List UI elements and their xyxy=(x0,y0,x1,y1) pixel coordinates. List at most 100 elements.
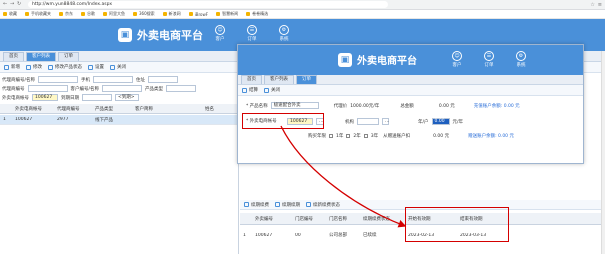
add-icon xyxy=(4,64,9,70)
bookmark-icon xyxy=(188,12,193,16)
years-price-input[interactable]: 0.00 xyxy=(431,118,450,125)
bookmark-item[interactable]: 京东 xyxy=(59,11,73,17)
renew-button[interactable]: 续期续费 xyxy=(244,202,269,208)
bookmark-item[interactable]: iBrowF xyxy=(188,12,208,17)
close-button[interactable]: 关闭 xyxy=(110,64,126,70)
app-logo: ▣ 外卖电商平台 xyxy=(118,27,203,43)
popup-close-button[interactable]: 关闭 xyxy=(264,87,280,93)
menu-system[interactable]: ⚙ 系统 xyxy=(279,25,289,42)
edit-button[interactable]: 修改 xyxy=(26,64,42,70)
tab-home[interactable]: 首页 xyxy=(241,75,262,84)
bookmark-icon xyxy=(216,12,221,16)
browser-toolbar: ← → ↻ http://wm.yun8848.com/Index.aspx ☆… xyxy=(0,0,605,10)
expiry-select[interactable]: <到期> xyxy=(115,94,139,101)
agent-name-input[interactable] xyxy=(38,76,79,83)
balance-link[interactable]: 充值账户余额: 0.00 元 xyxy=(474,103,520,109)
settings-icon xyxy=(88,64,93,70)
filter-label: 代理商编号/名称 xyxy=(2,77,36,83)
popup-title: 外卖电商平台 xyxy=(357,56,417,67)
menu-label: 订单 xyxy=(247,37,257,42)
col-header[interactable]: 代理商编号 xyxy=(54,106,92,112)
product-row: * 产品名称 极速配合外卖 代理价 1000.00元/年 总金额 0.00 元 … xyxy=(246,101,520,110)
bookmark-item[interactable]: 360搜索 xyxy=(133,11,155,17)
popup-menu-customer[interactable]: ☺ 客户 xyxy=(452,51,462,68)
field-label: * 产品名称 xyxy=(246,103,268,109)
customer-input[interactable] xyxy=(102,85,143,92)
menu-label: 系统 xyxy=(279,37,289,42)
page-scrollbar[interactable] xyxy=(601,51,605,254)
filter-label: 到期日期 xyxy=(61,95,79,101)
account-highlight-box xyxy=(242,113,324,129)
bookmark-item[interactable]: 收藏 xyxy=(3,11,17,17)
col-header[interactable]: 外卖电商帐号 xyxy=(12,106,54,112)
star-icon[interactable]: ☆ xyxy=(590,2,594,8)
filter-label: 客户编号/名称 xyxy=(70,86,100,92)
tab-order[interactable]: 订单 xyxy=(58,52,79,61)
shop-icon: ▣ xyxy=(338,52,352,67)
refresh-icon[interactable]: ↻ xyxy=(17,2,22,7)
settings-button[interactable]: 设置 xyxy=(88,64,104,70)
check-icon xyxy=(242,87,247,93)
forward-icon[interactable]: → xyxy=(10,2,15,7)
field-label: 机构 xyxy=(345,119,354,125)
account-input[interactable]: 100627 xyxy=(32,94,58,101)
menu-icon[interactable]: ≡ xyxy=(598,2,602,8)
bookmark-item[interactable]: 智慧新闻 xyxy=(216,11,238,17)
col-header[interactable]: 门店编号 xyxy=(292,216,326,222)
tab-customer-list[interactable]: 客户列表 xyxy=(26,52,56,61)
expiry-input[interactable] xyxy=(82,94,112,101)
year-2-checkbox[interactable] xyxy=(346,133,351,138)
col-header[interactable]: 姓名 xyxy=(202,106,232,112)
org-input[interactable] xyxy=(357,118,379,125)
add-button[interactable]: 新增 xyxy=(4,64,20,70)
year-3-checkbox[interactable] xyxy=(363,133,368,138)
address-bar[interactable]: http://wm.yun8848.com/Index.aspx xyxy=(28,1,388,8)
col-header[interactable]: 产品类型 xyxy=(92,106,132,112)
bookmark-icon xyxy=(133,12,137,16)
close-icon xyxy=(110,64,115,70)
year-1-checkbox[interactable] xyxy=(329,133,333,138)
phone-input[interactable] xyxy=(93,76,134,83)
renew-extend-button[interactable]: 续期续期 xyxy=(275,202,300,208)
renew-status-button[interactable]: 续新续费状态 xyxy=(306,202,340,208)
tab-customer-list[interactable]: 客户列表 xyxy=(264,75,294,84)
gear-icon: ⚙ xyxy=(516,51,526,61)
bookmark-icon xyxy=(103,12,107,16)
table-row[interactable]: 1 100627 2977 线下产品 xyxy=(0,115,238,125)
bookmark-item[interactable]: 手机收藏夹 xyxy=(25,11,51,17)
user-icon: ☺ xyxy=(452,51,462,61)
menu-label: 客户 xyxy=(452,63,462,68)
bookmark-item[interactable]: 阿里大鱼 xyxy=(103,11,125,17)
col-header[interactable]: 续期续费状态 xyxy=(360,216,405,222)
bookmark-item[interactable]: 谷歌 xyxy=(81,11,95,17)
edit-status-button[interactable]: 修改产品状态 xyxy=(48,64,82,70)
gear-icon: ⚙ xyxy=(279,25,289,35)
bookmark-item[interactable]: 卷卷精选 xyxy=(246,11,268,17)
popup-menu-order[interactable]: ☰ 订单 xyxy=(484,51,494,68)
org-lookup-button[interactable]: … xyxy=(382,118,390,125)
address-input[interactable] xyxy=(148,76,179,83)
settle-button[interactable]: 结算 xyxy=(242,87,258,93)
date-highlight-box xyxy=(405,207,509,242)
order-popup: ▣ 外卖电商平台 ☺ 客户 ☰ 订单 ⚙ 系统 首页 客户列表 订单 结算 关闭… xyxy=(237,44,584,164)
col-header[interactable]: 外卖编号 xyxy=(252,216,292,222)
back-icon[interactable]: ← xyxy=(3,2,8,7)
agent-price-value: 1000.00元/年 xyxy=(350,103,380,109)
product-type-select[interactable] xyxy=(166,85,197,92)
tab-order[interactable]: 订单 xyxy=(296,75,317,84)
app-title: 外卖电商平台 xyxy=(137,29,203,42)
gift-balance-link[interactable]: 赠送账户余额: 0.00 元 xyxy=(468,133,514,139)
col-header[interactable]: 门店名称 xyxy=(326,216,360,222)
popup-menu-system[interactable]: ⚙ 系统 xyxy=(516,51,526,68)
tab-home[interactable]: 首页 xyxy=(3,52,24,61)
menu-order[interactable]: ☰ 订单 xyxy=(247,25,257,42)
field-label: 代理价 xyxy=(333,103,348,109)
cell-agent: 2977 xyxy=(57,117,69,122)
bookmark-item[interactable]: 新浪网 xyxy=(162,11,181,17)
grid-header: 外卖电商帐号 代理商编号 产品类型 客户简称 姓名 xyxy=(0,104,238,114)
product-select[interactable]: 极速配合外卖 xyxy=(270,102,319,109)
status-icon xyxy=(306,202,311,207)
agent-code-input[interactable] xyxy=(27,85,68,92)
menu-customer[interactable]: ☺ 客户 xyxy=(215,25,225,42)
col-header[interactable]: 客户简称 xyxy=(132,106,172,112)
